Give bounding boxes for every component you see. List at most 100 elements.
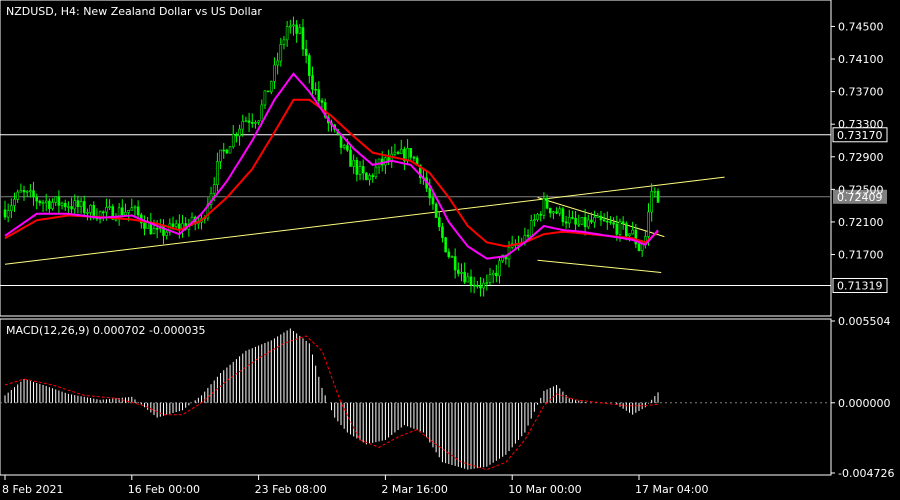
candle-body [605,220,609,223]
candle-body [3,209,7,218]
candle-body [498,260,501,277]
candle-body [346,145,349,151]
candle-body [216,161,219,186]
candle-body [453,256,457,271]
candle-body [647,211,650,237]
candle-body [250,122,254,124]
candle-body [25,190,29,193]
candle-body [361,166,365,174]
candle-body [32,190,35,198]
candle-body [441,226,444,238]
candle-body [73,200,77,210]
ma-fast-line [4,72,659,260]
candle-body [225,149,229,154]
candle-body [22,190,26,193]
trading-chart[interactable]: NZDUSD, H4: New Zealand Dollar vs US Dol… [0,0,900,500]
candle-body [263,90,267,106]
candle-body [16,191,19,200]
candle-body [247,120,251,123]
candle-body [133,206,137,209]
candle-body [526,234,530,237]
chart-title: NZDUSD, H4: New Zealand Dollar vs US Dol… [6,5,262,18]
price-tick-label: 0.74100 [838,53,884,66]
candle-body [317,89,321,101]
candle-body [444,237,447,253]
macd-tick-label: -0.004726 [838,467,894,480]
candle-body [285,26,289,41]
time-axis: 8 Feb 2021 16 Feb 00:00 23 Feb 08:00 2 Mar … [2,475,708,496]
candle-body [596,215,600,218]
candle-body [57,196,61,206]
candle-body [593,217,596,223]
hline-price-label: 0.71319 [837,279,883,292]
candle-body [396,151,400,154]
candle-body [86,212,89,214]
candle-body [266,90,270,93]
candle-body [545,198,549,209]
candle-body [257,120,260,123]
candle-body [304,48,308,56]
candle-body [574,217,577,225]
candle-body [653,190,657,193]
candle-body [231,133,235,148]
candle-body [580,217,584,225]
candle-body [124,212,127,216]
macd-tick-label: 0.005504 [838,315,891,328]
candle-body [10,205,13,212]
candle-body [621,221,625,224]
candle-body [482,282,485,289]
candle-body [136,206,140,216]
candle-body [143,222,146,229]
candle-body [567,217,571,224]
candle-body [63,202,67,208]
trendline [537,259,662,273]
price-tick-label: 0.72500 [838,183,884,196]
candle-body [447,251,451,257]
candle-body [41,202,45,204]
candle-body [54,196,58,203]
candle-body [472,284,476,287]
candle-body [631,229,634,235]
candle-body [564,221,568,224]
time-tick-label: 2 Mar 16:00 [381,483,447,496]
candle-body [298,27,302,34]
candle-body [586,219,590,228]
time-tick-label: 17 Mar 04:00 [635,483,708,496]
time-tick-label: 16 Feb 00:00 [128,483,200,496]
candle-body [38,200,42,204]
candle-body [273,64,276,82]
candle-body [29,190,32,193]
candle-body [428,187,432,199]
candle-body [463,271,466,283]
candle-body [254,122,257,124]
candle-body [374,166,378,178]
candle-body [120,207,124,216]
candle-body [650,191,653,213]
candle-body [174,223,178,227]
candle-body [279,44,283,62]
candle-body [349,149,352,167]
candle-body [393,151,397,155]
candle-body [640,243,644,251]
candle-body [615,223,619,235]
candle-body [476,285,479,287]
candle-body [152,228,156,235]
candle-body [314,88,317,91]
candle-body [244,120,248,123]
candle-body [485,282,489,284]
candle-body [628,233,631,237]
candle-body [212,184,216,194]
candle-body [495,272,498,277]
candle-body [70,206,73,210]
macd-pane-frame [0,318,832,476]
candle-body [108,206,111,208]
candle-body [365,172,368,181]
candles [3,16,660,297]
candle-body [412,156,416,159]
candle-body [460,271,463,274]
candle-body [260,104,264,122]
candle-body [228,146,232,154]
candle-body [82,201,86,213]
candle-body [609,221,612,224]
candle-body [127,209,130,213]
